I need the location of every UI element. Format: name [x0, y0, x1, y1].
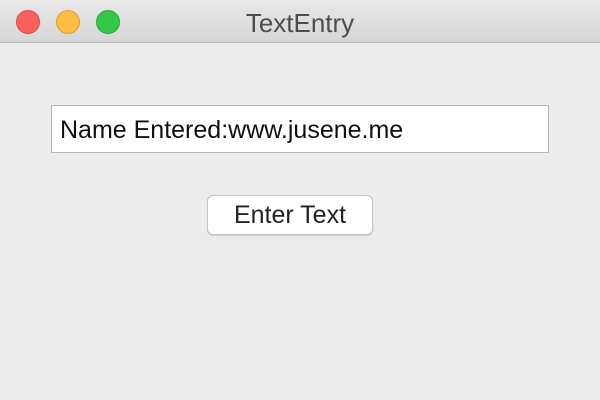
- window-title: TextEntry: [245, 8, 355, 38]
- enter-text-button[interactable]: Enter Text: [207, 195, 373, 235]
- app-window: TextEntry Name Entered:www.jusene.me Ent…: [0, 0, 600, 400]
- text-entry-field[interactable]: Name Entered:www.jusene.me: [51, 105, 549, 153]
- title-bar[interactable]: TextEntry: [0, 0, 600, 43]
